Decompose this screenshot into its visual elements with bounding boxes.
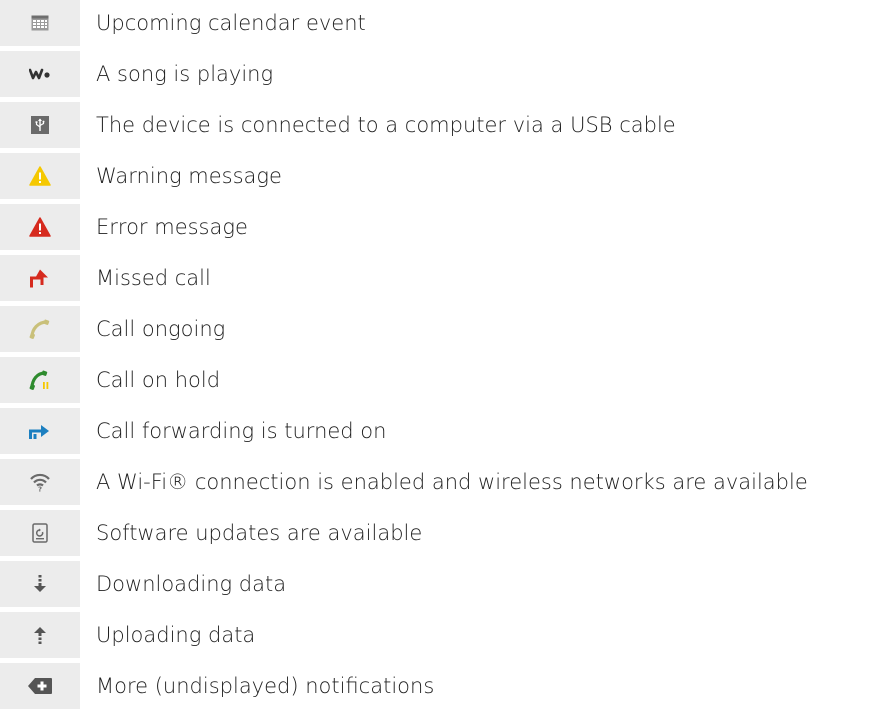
icon-cell [0,306,80,352]
notification-label: Downloading data [96,572,287,596]
notification-label: The device is connected to a computer vi… [96,113,676,137]
upload-icon [34,627,46,644]
icon-cell [0,255,80,301]
icon-cell [0,663,80,709]
call-ongoing-icon [29,319,50,339]
list-item: More (undisplayed) notifications [0,663,870,709]
usb-icon [31,116,49,134]
icon-cell [0,561,80,607]
more-notifications-icon [28,678,52,694]
call-on-hold-icon [29,370,49,390]
list-item: A song is playing [0,51,870,97]
calendar-icon [31,15,49,31]
notification-label: Upcoming calendar event [96,11,366,35]
icon-cell [0,102,80,148]
walkman-icon [29,68,50,80]
notification-label: Software updates are available [96,521,423,545]
warning-icon [29,166,51,186]
call-forwarding-icon [29,425,49,439]
list-item: Upcoming calendar event [0,0,870,46]
notification-label: Call ongoing [96,317,226,341]
icon-cell [0,0,80,46]
list-item: Call on hold [0,357,870,403]
list-item: Software updates are available [0,510,870,556]
icon-cell [0,204,80,250]
notification-label: A Wi-Fi® connection is enabled and wirel… [96,470,808,494]
icon-cell [0,51,80,97]
list-item: Call ongoing [0,306,870,352]
notification-label: Error message [96,215,248,239]
list-item: Missed call [0,255,870,301]
svg-text:?: ? [38,486,42,493]
list-item: Warning message [0,153,870,199]
icon-cell [0,510,80,556]
icon-cell [0,357,80,403]
notification-label: More (undisplayed) notifications [96,674,435,698]
error-icon [29,217,51,237]
list-item: ? A Wi-Fi® connection is enabled and wir… [0,459,870,505]
icon-cell [0,153,80,199]
software-update-icon [32,523,48,543]
icon-cell [0,408,80,454]
list-item: Error message [0,204,870,250]
notification-label: A song is playing [96,62,274,86]
download-icon [34,575,46,592]
notification-icon-list: Upcoming calendar event A song is playin… [0,0,870,717]
notification-label: Call forwarding is turned on [96,419,387,443]
notification-label: Uploading data [96,623,256,647]
wifi-icon: ? [30,473,50,493]
notification-label: Warning message [96,164,282,188]
notification-label: Call on hold [96,368,221,392]
notification-label: Missed call [96,266,211,290]
list-item: Call forwarding is turned on [0,408,870,454]
icon-cell [0,612,80,658]
list-item: Uploading data [0,612,870,658]
icon-cell: ? [0,459,80,505]
missed-call-icon [30,269,48,288]
list-item: The device is connected to a computer vi… [0,102,870,148]
list-item: Downloading data [0,561,870,607]
